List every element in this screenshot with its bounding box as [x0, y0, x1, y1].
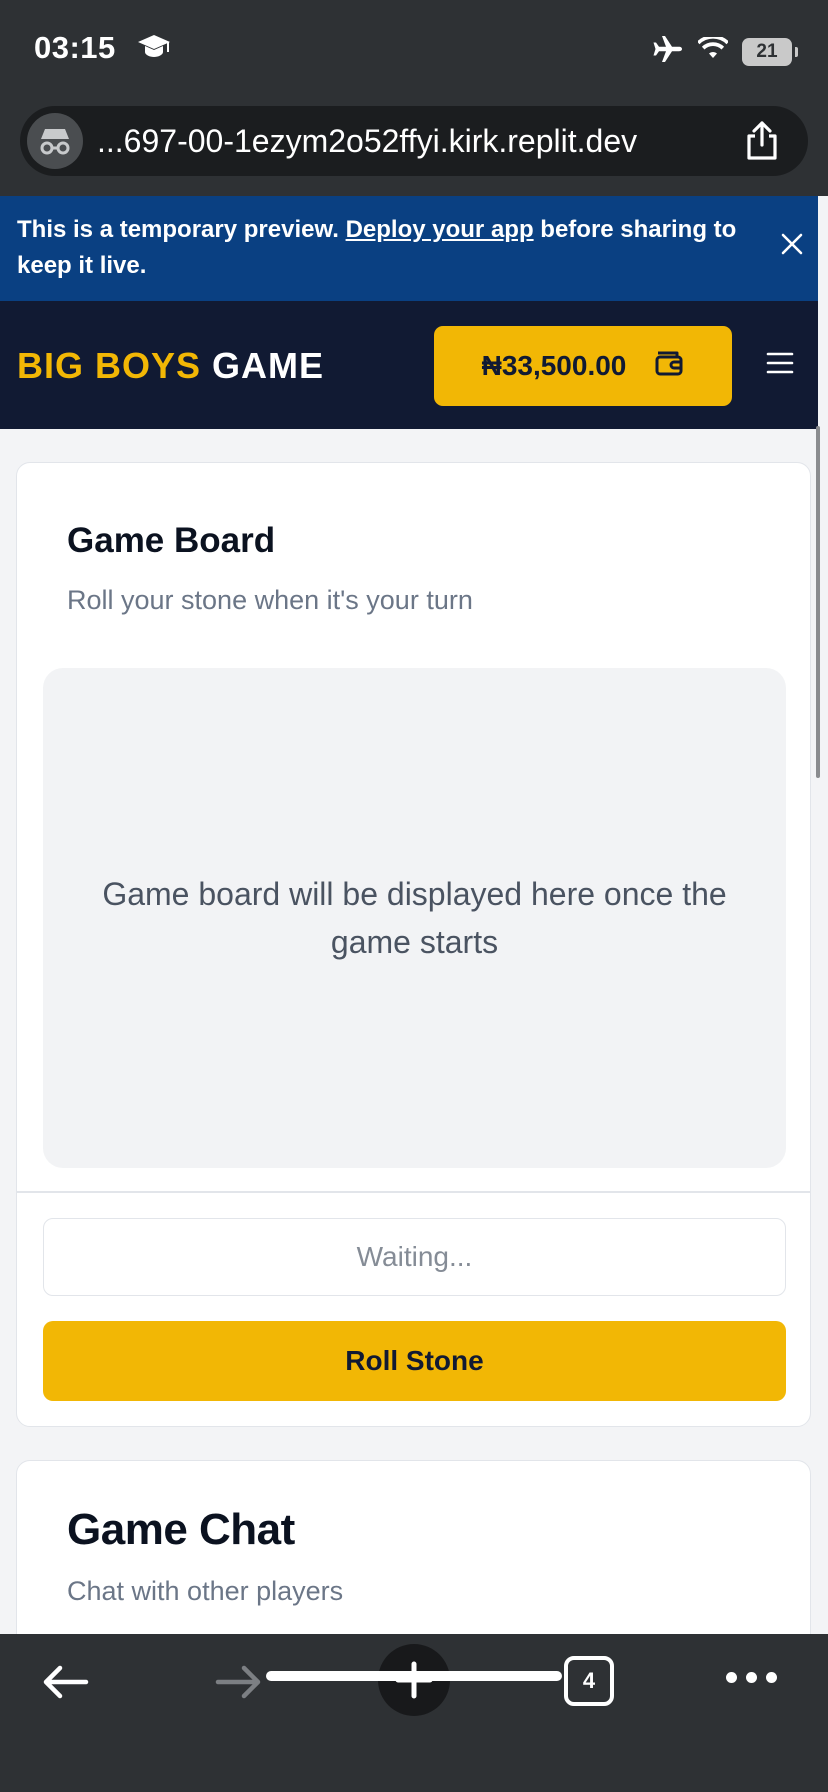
incognito-icon[interactable]	[27, 113, 83, 169]
more-icon[interactable]	[726, 1672, 777, 1683]
roll-stone-button[interactable]: Roll Stone	[43, 1321, 786, 1401]
wallet-balance-button[interactable]: ₦33,500.00	[434, 326, 732, 406]
address-bar[interactable]: ...697-00-1ezym2o52ffyi.kirk.replit.dev	[20, 106, 808, 176]
airplane-icon	[652, 34, 684, 69]
game-board-title: Game Board	[67, 521, 276, 560]
app-header: BIG BOYS GAME ₦33,500.00	[0, 301, 818, 429]
game-chat-subtitle: Chat with other players	[67, 1576, 344, 1606]
wifi-icon	[697, 35, 729, 66]
logo-text-game: GAME	[201, 345, 325, 386]
app-logo[interactable]: BIG BOYS GAME	[17, 345, 324, 387]
banner-text-before: This is a temporary preview.	[17, 216, 346, 243]
wallet-icon	[654, 349, 684, 384]
game-board-subtitle: Roll your stone when it's your turn	[67, 585, 473, 615]
deploy-link[interactable]: Deploy your app	[346, 216, 534, 243]
close-icon[interactable]	[780, 232, 804, 261]
browser-toolbar: 4	[0, 1634, 828, 1792]
game-board-area: Game board will be displayed here once t…	[43, 668, 786, 1168]
status-and-address-area: 03:15 21 ...697-00-1ezym2o52ffyi.kirk.re…	[0, 0, 828, 196]
graduation-cap-icon	[136, 32, 172, 67]
preview-banner: This is a temporary preview. Deploy your…	[0, 196, 818, 301]
home-indicator	[266, 1671, 562, 1681]
logo-text-big-boys: BIG BOYS	[17, 345, 202, 386]
banner-text: This is a temporary preview. Deploy your…	[17, 212, 737, 284]
status-indicators: 21	[652, 34, 798, 69]
tab-count-button[interactable]: 4	[564, 1656, 614, 1706]
wallet-balance: ₦33,500.00	[481, 350, 627, 381]
card-divider	[17, 1191, 810, 1193]
scrollbar[interactable]	[816, 426, 820, 778]
url-text[interactable]: ...697-00-1ezym2o52ffyi.kirk.replit.dev	[97, 123, 737, 160]
forward-arrow-icon[interactable]	[214, 1664, 264, 1705]
menu-icon[interactable]	[766, 351, 794, 380]
game-board-placeholder: Game board will be displayed here once t…	[102, 876, 727, 960]
game-chat-title: Game Chat	[67, 1505, 295, 1554]
back-arrow-icon[interactable]	[40, 1664, 90, 1705]
turn-status-field: Waiting...	[43, 1218, 786, 1296]
game-board-card: Game Board Roll your stone when it's you…	[16, 462, 811, 1427]
share-icon[interactable]	[744, 120, 780, 167]
status-time: 03:15	[34, 30, 116, 65]
battery-icon: 21	[742, 37, 798, 66]
